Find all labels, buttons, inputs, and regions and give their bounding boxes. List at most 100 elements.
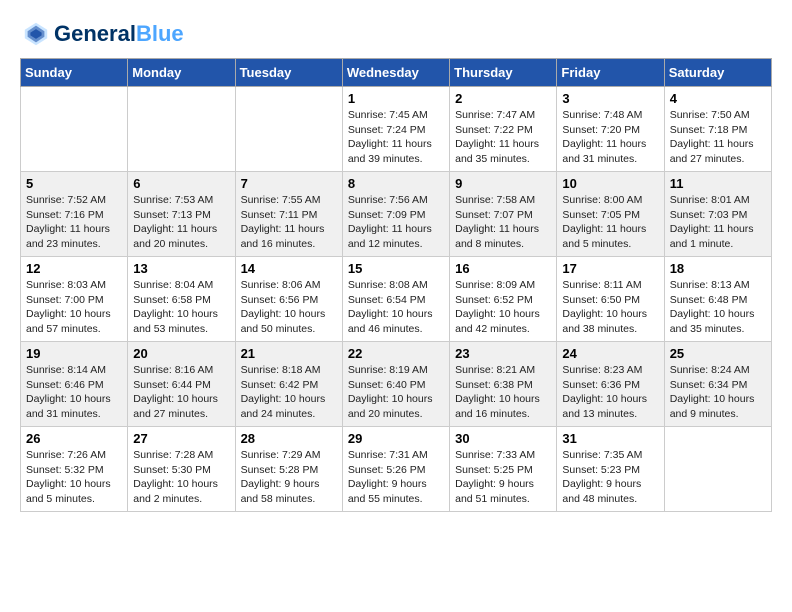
cell-content: Sunrise: 8:09 AM Sunset: 6:52 PM Dayligh… [455, 278, 551, 337]
cell-day-number: 5 [26, 176, 122, 191]
calendar-row-1: 5Sunrise: 7:52 AM Sunset: 7:16 PM Daylig… [21, 172, 772, 257]
cell-content: Sunrise: 8:03 AM Sunset: 7:00 PM Dayligh… [26, 278, 122, 337]
cell-day-number: 29 [348, 431, 444, 446]
cell-day-number: 14 [241, 261, 337, 276]
cell-content: Sunrise: 7:45 AM Sunset: 7:24 PM Dayligh… [348, 108, 444, 167]
calendar-header-row: SundayMondayTuesdayWednesdayThursdayFrid… [21, 59, 772, 87]
cell-day-number: 16 [455, 261, 551, 276]
cell-content: Sunrise: 7:53 AM Sunset: 7:13 PM Dayligh… [133, 193, 229, 252]
calendar-cell-4-1: 27 Sunrise: 7:28 AM Sunset: 5:30 PM Dayli… [128, 427, 235, 512]
cell-day-number: 31 [562, 431, 658, 446]
cell-content: Sunrise: 8:13 AM Sunset: 6:48 PM Dayligh… [670, 278, 766, 337]
cell-content: Sunrise: 8:08 AM Sunset: 6:54 PM Dayligh… [348, 278, 444, 337]
calendar-cell-1-0: 5Sunrise: 7:52 AM Sunset: 7:16 PM Daylig… [21, 172, 128, 257]
cell-content: Sunrise: 8:04 AM Sunset: 6:58 PM Dayligh… [133, 278, 229, 337]
calendar-cell-1-6: 11 Sunrise: 8:01 AM Sunset: 7:03 PM Dayli… [664, 172, 771, 257]
calendar-cell-2-0: 12Sunrise: 8:03 AM Sunset: 7:00 PM Dayli… [21, 257, 128, 342]
calendar-cell-2-6: 18 Sunrise: 8:13 AM Sunset: 6:48 PM Dayli… [664, 257, 771, 342]
cell-day-number: 23 [455, 346, 551, 361]
header: GeneralBlue [20, 20, 772, 48]
calendar-cell-3-6: 25 Sunrise: 8:24 AM Sunset: 6:34 PM Dayli… [664, 342, 771, 427]
cell-day-number: 21 [241, 346, 337, 361]
cell-content: Sunrise: 7:58 AM Sunset: 7:07 PM Dayligh… [455, 193, 551, 252]
cell-day-number: 17 [562, 261, 658, 276]
cell-content: Sunrise: 7:55 AM Sunset: 7:11 PM Dayligh… [241, 193, 337, 252]
calendar-row-2: 12Sunrise: 8:03 AM Sunset: 7:00 PM Dayli… [21, 257, 772, 342]
cell-day-number: 9 [455, 176, 551, 191]
header-tuesday: Tuesday [235, 59, 342, 87]
cell-day-number: 6 [133, 176, 229, 191]
cell-day-number: 27 [133, 431, 229, 446]
cell-content: Sunrise: 8:24 AM Sunset: 6:34 PM Dayligh… [670, 363, 766, 422]
cell-day-number: 8 [348, 176, 444, 191]
cell-day-number: 15 [348, 261, 444, 276]
cell-content: Sunrise: 7:31 AM Sunset: 5:26 PM Dayligh… [348, 448, 444, 507]
calendar-cell-4-2: 28 Sunrise: 7:29 AM Sunset: 5:28 PM Dayli… [235, 427, 342, 512]
cell-content: Sunrise: 7:56 AM Sunset: 7:09 PM Dayligh… [348, 193, 444, 252]
cell-content: Sunrise: 8:23 AM Sunset: 6:36 PM Dayligh… [562, 363, 658, 422]
calendar-cell-4-0: 26 Sunrise: 7:26 AM Sunset: 5:32 PM Dayli… [21, 427, 128, 512]
header-sunday: Sunday [21, 59, 128, 87]
logo-text: GeneralBlue [54, 22, 184, 46]
cell-content: Sunrise: 7:28 AM Sunset: 5:30 PM Dayligh… [133, 448, 229, 507]
cell-day-number: 1 [348, 91, 444, 106]
calendar-cell-0-5: 3 Sunrise: 7:48 AM Sunset: 7:20 PM Daylig… [557, 87, 664, 172]
cell-content: Sunrise: 8:01 AM Sunset: 7:03 PM Dayligh… [670, 193, 766, 252]
calendar-cell-3-3: 22 Sunrise: 8:19 AM Sunset: 6:40 PM Dayli… [342, 342, 449, 427]
calendar-cell-0-4: 2 Sunrise: 7:47 AM Sunset: 7:22 PM Daylig… [450, 87, 557, 172]
cell-content: Sunrise: 7:35 AM Sunset: 5:23 PM Dayligh… [562, 448, 658, 507]
cell-day-number: 2 [455, 91, 551, 106]
calendar-cell-1-1: 6 Sunrise: 7:53 AM Sunset: 7:13 PM Daylig… [128, 172, 235, 257]
calendar-cell-2-2: 14 Sunrise: 8:06 AM Sunset: 6:56 PM Dayli… [235, 257, 342, 342]
cell-day-number: 20 [133, 346, 229, 361]
cell-content: Sunrise: 8:11 AM Sunset: 6:50 PM Dayligh… [562, 278, 658, 337]
cell-content: Sunrise: 8:16 AM Sunset: 6:44 PM Dayligh… [133, 363, 229, 422]
calendar-cell-3-2: 21 Sunrise: 8:18 AM Sunset: 6:42 PM Dayli… [235, 342, 342, 427]
calendar-cell-0-1 [128, 87, 235, 172]
cell-day-number: 26 [26, 431, 122, 446]
cell-content: Sunrise: 7:48 AM Sunset: 7:20 PM Dayligh… [562, 108, 658, 167]
calendar-cell-3-0: 19Sunrise: 8:14 AM Sunset: 6:46 PM Dayli… [21, 342, 128, 427]
cell-content: Sunrise: 8:06 AM Sunset: 6:56 PM Dayligh… [241, 278, 337, 337]
logo: GeneralBlue [20, 20, 184, 48]
cell-day-number: 22 [348, 346, 444, 361]
cell-content: Sunrise: 8:21 AM Sunset: 6:38 PM Dayligh… [455, 363, 551, 422]
calendar-cell-4-6 [664, 427, 771, 512]
cell-day-number: 3 [562, 91, 658, 106]
cell-day-number: 11 [670, 176, 766, 191]
calendar-cell-4-3: 29 Sunrise: 7:31 AM Sunset: 5:26 PM Dayli… [342, 427, 449, 512]
calendar-cell-2-1: 13Sunrise: 8:04 AM Sunset: 6:58 PM Dayli… [128, 257, 235, 342]
cell-day-number: 24 [562, 346, 658, 361]
cell-day-number: 28 [241, 431, 337, 446]
calendar-cell-0-6: 4Sunrise: 7:50 AM Sunset: 7:18 PM Daylig… [664, 87, 771, 172]
header-wednesday: Wednesday [342, 59, 449, 87]
cell-content: Sunrise: 8:18 AM Sunset: 6:42 PM Dayligh… [241, 363, 337, 422]
calendar-row-0: 1 Sunrise: 7:45 AM Sunset: 7:24 PM Daylig… [21, 87, 772, 172]
cell-day-number: 25 [670, 346, 766, 361]
logo-icon [22, 20, 50, 48]
calendar-cell-0-2 [235, 87, 342, 172]
calendar-cell-3-4: 23 Sunrise: 8:21 AM Sunset: 6:38 PM Dayli… [450, 342, 557, 427]
cell-content: Sunrise: 7:50 AM Sunset: 7:18 PM Dayligh… [670, 108, 766, 167]
calendar-cell-2-5: 17 Sunrise: 8:11 AM Sunset: 6:50 PM Dayli… [557, 257, 664, 342]
calendar-row-3: 19Sunrise: 8:14 AM Sunset: 6:46 PM Dayli… [21, 342, 772, 427]
calendar-cell-4-4: 30 Sunrise: 7:33 AM Sunset: 5:25 PM Dayli… [450, 427, 557, 512]
cell-content: Sunrise: 7:47 AM Sunset: 7:22 PM Dayligh… [455, 108, 551, 167]
calendar-cell-1-4: 9 Sunrise: 7:58 AM Sunset: 7:07 PM Daylig… [450, 172, 557, 257]
cell-day-number: 30 [455, 431, 551, 446]
calendar-cell-3-1: 20 Sunrise: 8:16 AM Sunset: 6:44 PM Dayli… [128, 342, 235, 427]
cell-content: Sunrise: 7:33 AM Sunset: 5:25 PM Dayligh… [455, 448, 551, 507]
calendar-cell-0-0 [21, 87, 128, 172]
calendar-row-4: 26 Sunrise: 7:26 AM Sunset: 5:32 PM Dayli… [21, 427, 772, 512]
calendar-cell-2-4: 16 Sunrise: 8:09 AM Sunset: 6:52 PM Dayli… [450, 257, 557, 342]
cell-day-number: 18 [670, 261, 766, 276]
cell-content: Sunrise: 7:26 AM Sunset: 5:32 PM Dayligh… [26, 448, 122, 507]
calendar-cell-1-3: 8 Sunrise: 7:56 AM Sunset: 7:09 PM Daylig… [342, 172, 449, 257]
header-saturday: Saturday [664, 59, 771, 87]
calendar-cell-3-5: 24 Sunrise: 8:23 AM Sunset: 6:36 PM Dayli… [557, 342, 664, 427]
cell-content: Sunrise: 8:19 AM Sunset: 6:40 PM Dayligh… [348, 363, 444, 422]
cell-content: Sunrise: 8:00 AM Sunset: 7:05 PM Dayligh… [562, 193, 658, 252]
cell-content: Sunrise: 7:29 AM Sunset: 5:28 PM Dayligh… [241, 448, 337, 507]
cell-day-number: 19 [26, 346, 122, 361]
header-thursday: Thursday [450, 59, 557, 87]
